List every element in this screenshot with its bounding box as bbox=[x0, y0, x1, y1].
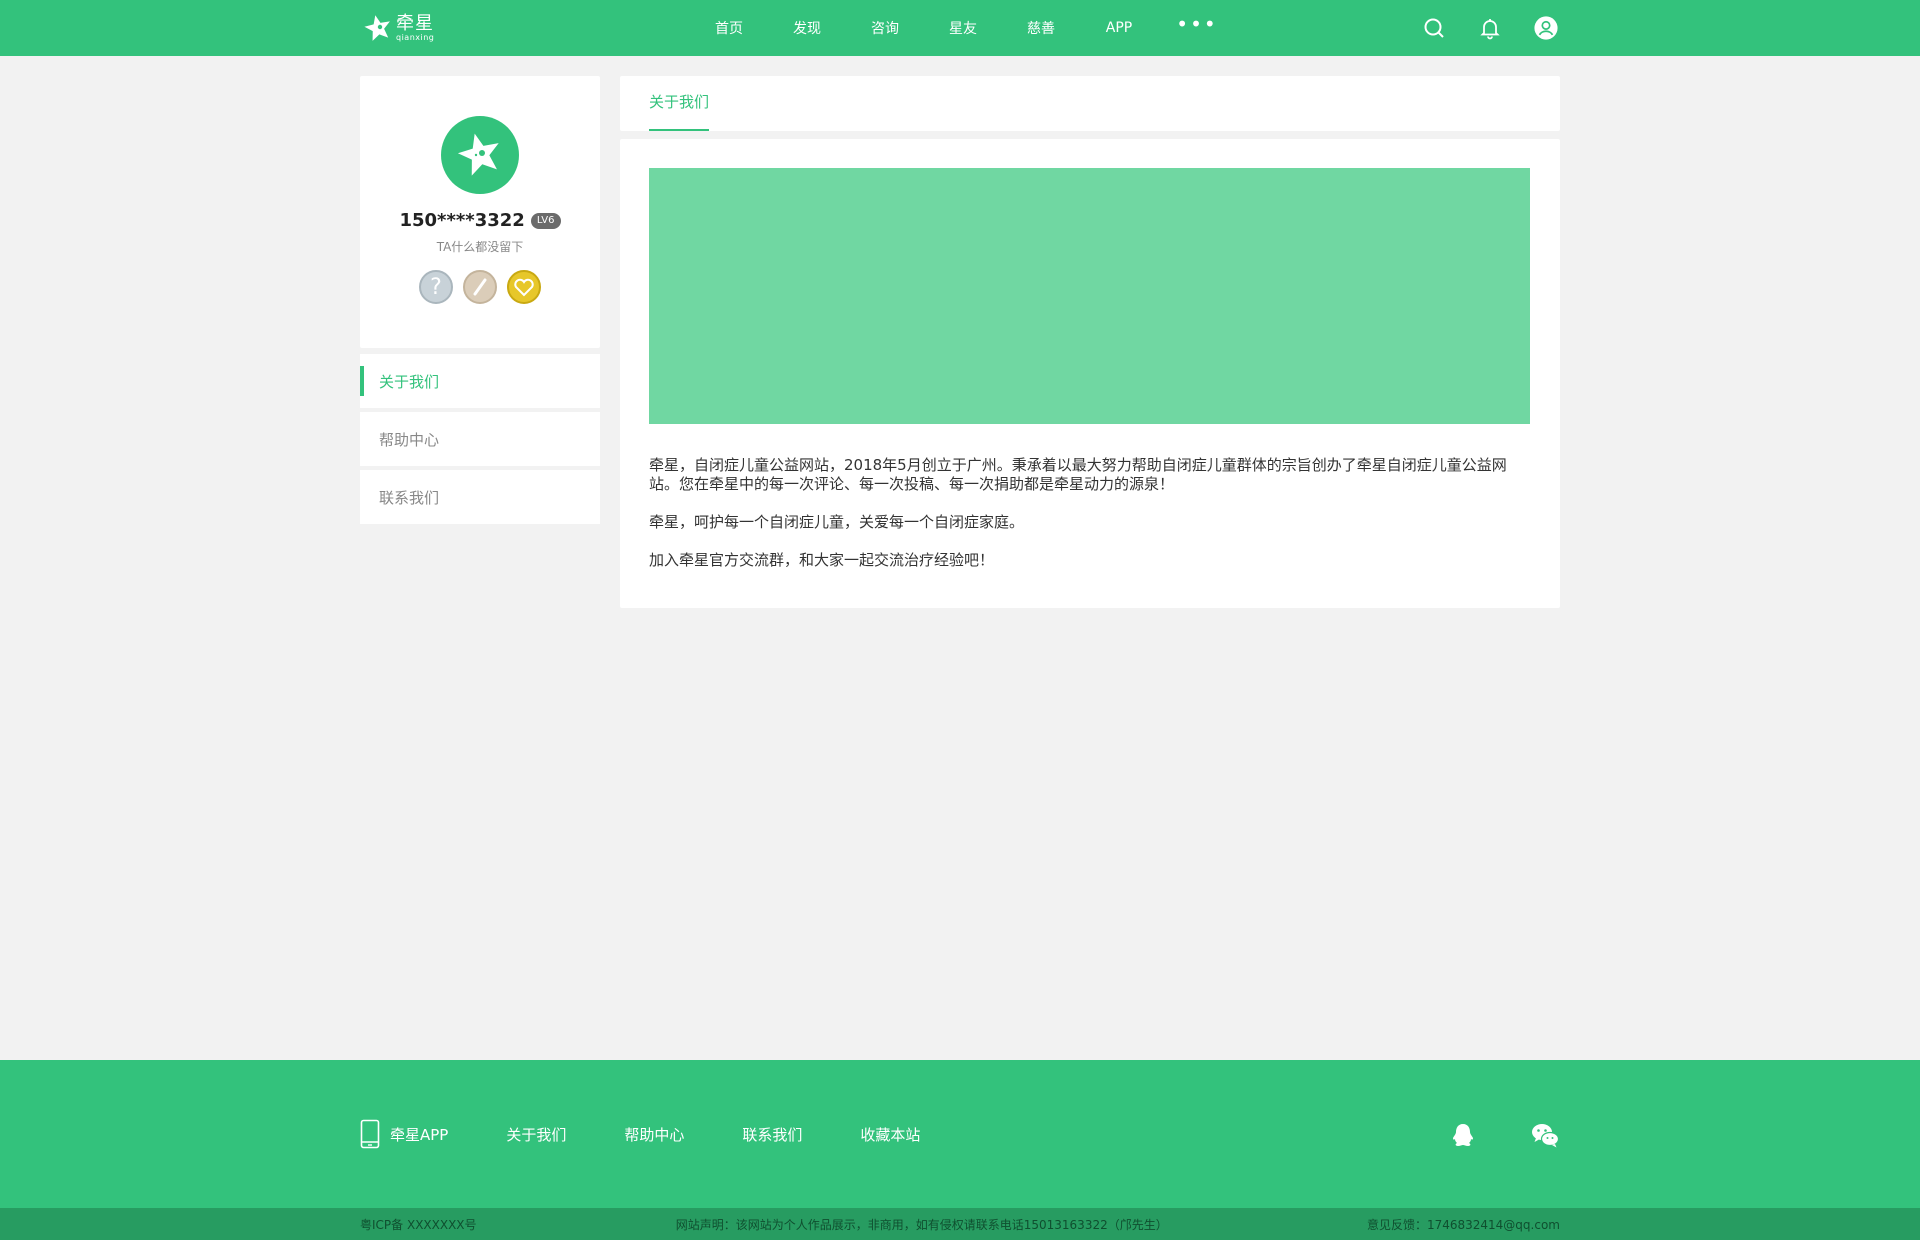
avatar[interactable] bbox=[441, 116, 519, 194]
about-text: 牵星，自闭症儿童公益网站，2018年5月创立于广州。秉承着以最大努力帮助自闭症儿… bbox=[649, 456, 1530, 589]
footer-link-bookmark[interactable]: 收藏本站 bbox=[860, 1124, 920, 1145]
nav-item-consult[interactable]: 咨询 bbox=[846, 18, 924, 38]
side-menu: 关于我们 帮助中心 联系我们 bbox=[360, 354, 600, 528]
footer-link-app[interactable]: 牵星APP bbox=[360, 1119, 448, 1149]
footer-social bbox=[1396, 1120, 1560, 1154]
about-banner-image bbox=[649, 168, 1530, 424]
nav-more-icon[interactable]: ••• bbox=[1158, 14, 1236, 34]
footer-link-app-label: 牵星APP bbox=[390, 1125, 449, 1144]
footer-bottom-bar: 粤ICP备 XXXXXXX号 网站声明：该网站为个人作品展示，非商用，如有侵权请… bbox=[0, 1208, 1920, 1240]
feedback-email[interactable]: 意见反馈：1746832414@qq.com bbox=[1367, 1216, 1560, 1233]
side-menu-item-contact[interactable]: 联系我们 bbox=[360, 470, 600, 524]
tab-about[interactable]: 关于我们 bbox=[649, 76, 710, 131]
search-icon[interactable] bbox=[1420, 14, 1448, 42]
content-tab-bar: 关于我们 bbox=[620, 76, 1560, 131]
about-content-card: 牵星，自闭症儿童公益网站，2018年5月创立于广州。秉承着以最大努力帮助自闭症儿… bbox=[620, 139, 1560, 608]
footer-link-help[interactable]: 帮助中心 bbox=[624, 1124, 684, 1145]
bell-icon[interactable] bbox=[1476, 14, 1504, 42]
about-paragraph: 牵星，自闭症儿童公益网站，2018年5月创立于广州。秉承着以最大努力帮助自闭症儿… bbox=[649, 456, 1507, 493]
username: 150****3322 bbox=[399, 210, 525, 231]
top-header: 牵星 qianxing 首页 发现 咨询 星友 慈善 APP ••• bbox=[0, 0, 1920, 56]
star-avatar-icon bbox=[457, 133, 499, 176]
star-logo-icon bbox=[364, 15, 390, 41]
icp-record: 粤ICP备 XXXXXXX号 bbox=[360, 1217, 477, 1232]
side-menu-item-about[interactable]: 关于我们 bbox=[360, 354, 600, 408]
side-menu-item-help[interactable]: 帮助中心 bbox=[360, 412, 600, 466]
header-icons bbox=[1392, 0, 1560, 56]
logo-name-cn: 牵星 bbox=[396, 12, 434, 34]
footer-links: 牵星APP 关于我们 帮助中心 联系我们 收藏本站 bbox=[360, 1118, 978, 1150]
footer-link-about[interactable]: 关于我们 bbox=[506, 1124, 566, 1145]
svg-text:?: ? bbox=[430, 275, 442, 300]
about-paragraph: 加入牵星官方交流群，和大家一起交流治疗经验吧！ bbox=[649, 551, 995, 569]
user-icon[interactable] bbox=[1532, 14, 1560, 42]
question-medal-icon[interactable]: ? bbox=[419, 270, 453, 304]
about-paragraph: 牵星，呵护每一个自闭症儿童，关爱每一个自闭症家庭。 bbox=[649, 513, 1025, 531]
pen-medal-icon[interactable] bbox=[463, 270, 497, 304]
medal-list: ? bbox=[360, 270, 600, 304]
site-statement: 网站声明：该网站为个人作品展示，非商用，如有侵权请联系电话15013163322… bbox=[675, 1217, 1168, 1232]
nav-item-home[interactable]: 首页 bbox=[690, 18, 768, 38]
nav-item-app[interactable]: APP bbox=[1080, 20, 1158, 36]
site-footer: 牵星APP 关于我们 帮助中心 联系我们 收藏本站 bbox=[0, 1060, 1920, 1208]
main-nav: 首页 发现 咨询 星友 慈善 APP ••• bbox=[690, 0, 1236, 56]
nav-item-charity[interactable]: 慈善 bbox=[1002, 18, 1080, 38]
footer-link-contact[interactable]: 联系我们 bbox=[742, 1124, 802, 1145]
heart-medal-icon[interactable] bbox=[507, 270, 541, 304]
wechat-icon[interactable] bbox=[1530, 1120, 1560, 1154]
logo-name-en: qianxing bbox=[396, 32, 435, 42]
nav-item-friends[interactable]: 星友 bbox=[924, 18, 1002, 38]
username-row: 150****3322 LV6 bbox=[360, 210, 600, 231]
site-logo[interactable]: 牵星 qianxing bbox=[362, 10, 434, 46]
profile-card: 150****3322 LV6 TA什么都没留下 ? bbox=[360, 76, 600, 348]
user-signature: TA什么都没留下 bbox=[436, 240, 524, 254]
level-badge: LV6 bbox=[530, 212, 561, 229]
phone-icon bbox=[360, 1119, 380, 1149]
nav-item-discover[interactable]: 发现 bbox=[768, 18, 846, 38]
qq-icon[interactable] bbox=[1448, 1120, 1478, 1154]
